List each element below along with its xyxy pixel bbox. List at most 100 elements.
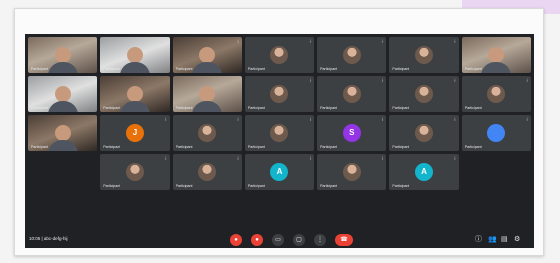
empty-tile bbox=[244, 193, 315, 229]
participant-tile[interactable]: Participant ⁝ bbox=[317, 37, 387, 73]
more-options-icon[interactable]: ⋮ bbox=[314, 234, 326, 246]
participant-avatar bbox=[415, 124, 434, 142]
participant-name: Participant bbox=[247, 184, 265, 188]
empty-tile bbox=[461, 193, 531, 229]
participant-avatar bbox=[270, 85, 289, 103]
captions-icon[interactable]: ▭ bbox=[272, 234, 284, 246]
muted-mic-icon: ⁝ bbox=[309, 78, 312, 84]
muted-mic-icon: ⁝ bbox=[381, 117, 384, 123]
participant-tile[interactable]: Participant ⁝ bbox=[100, 154, 170, 190]
participant-name: Participant bbox=[103, 145, 121, 149]
participant-tile[interactable]: Participant bbox=[100, 37, 170, 73]
participant-avatar bbox=[342, 46, 361, 64]
participant-avatar bbox=[342, 163, 361, 181]
participant-tile[interactable]: Participant ⁝ bbox=[317, 76, 387, 112]
participant-tile[interactable]: Participant ⁝ bbox=[389, 115, 459, 151]
meet-window: Participant Participant Participant ⁝ Partic… bbox=[25, 34, 534, 248]
muted-mic-icon: ⁝ bbox=[454, 156, 456, 162]
empty-tile bbox=[28, 193, 98, 229]
muted-mic-icon: ⁝ bbox=[237, 117, 239, 123]
participant-tile[interactable]: Participant bbox=[461, 37, 531, 73]
muted-mic-icon: ⁝ bbox=[381, 156, 384, 162]
participant-video bbox=[119, 86, 150, 112]
empty-tile bbox=[172, 193, 242, 229]
participant-tile[interactable]: A Participant ⁝ bbox=[244, 154, 315, 190]
participant-name: Participant bbox=[31, 145, 48, 149]
participant-tile[interactable]: Participant ⁝ bbox=[244, 115, 315, 151]
muted-mic-icon: ⁝ bbox=[237, 156, 239, 162]
camera-off-icon[interactable]: ● bbox=[251, 234, 263, 246]
muted-mic-icon: ⁝ bbox=[381, 39, 384, 45]
participant-name: Participant bbox=[320, 145, 338, 149]
participant-avatar bbox=[415, 46, 434, 64]
participant-avatar bbox=[125, 163, 144, 181]
participant-tile[interactable]: Participant bbox=[172, 76, 242, 112]
empty-tile bbox=[389, 193, 459, 229]
participant-tile[interactable]: Participant bbox=[28, 76, 98, 112]
participant-tile[interactable]: Participant ⁝ bbox=[244, 76, 315, 112]
muted-mic-icon: ⁝ bbox=[309, 156, 312, 162]
empty-tile bbox=[461, 154, 531, 190]
participant-name: Participant bbox=[31, 106, 48, 110]
chat-icon[interactable]: ▤ bbox=[501, 235, 508, 245]
info-icon[interactable]: ⓘ bbox=[475, 235, 482, 245]
participant-tile[interactable]: Participant ⁝ bbox=[172, 37, 242, 73]
participant-avatar: J bbox=[125, 124, 144, 142]
participant-name: Participant bbox=[464, 67, 482, 71]
participant-avatar bbox=[342, 85, 361, 103]
present-icon[interactable]: ▢ bbox=[293, 234, 305, 246]
participant-name: Participant bbox=[392, 145, 410, 149]
empty-tile bbox=[317, 193, 387, 229]
participant-name: Participant bbox=[103, 67, 121, 71]
empty-tile bbox=[100, 193, 170, 229]
participant-name: Participant bbox=[103, 106, 121, 110]
participant-tile[interactable]: Participant ⁝ bbox=[317, 154, 387, 190]
participant-name: Participant bbox=[31, 67, 48, 71]
participant-tile[interactable]: Participant bbox=[28, 115, 98, 151]
participant-name: Participant bbox=[247, 145, 265, 149]
participant-tile[interactable]: Participant bbox=[100, 76, 170, 112]
participant-avatar: A bbox=[270, 163, 289, 181]
muted-mic-icon: ⁝ bbox=[454, 78, 456, 84]
muted-mic-icon: ⁝ bbox=[309, 39, 312, 45]
participant-tile[interactable]: Participant ⁝ bbox=[244, 37, 315, 73]
muted-mic-icon: ⁝ bbox=[381, 78, 384, 84]
participant-name: Participant bbox=[247, 106, 265, 110]
participant-tile[interactable]: S Participant ⁝ bbox=[317, 115, 387, 151]
participant-video bbox=[47, 47, 78, 73]
participant-name: Participant bbox=[175, 106, 193, 110]
end-call-icon[interactable]: ☎ bbox=[335, 234, 353, 246]
participant-video bbox=[192, 47, 223, 73]
participant-video bbox=[47, 86, 78, 112]
activities-icon[interactable]: ⚙ bbox=[514, 235, 520, 245]
muted-mic-icon: ⁝ bbox=[526, 78, 528, 84]
participant-tile[interactable]: Participant ⁝ bbox=[461, 76, 531, 112]
participant-tile[interactable]: Participant bbox=[28, 37, 98, 73]
participant-name: Participant bbox=[247, 67, 265, 71]
participant-avatar bbox=[487, 85, 506, 103]
participant-avatar bbox=[270, 124, 289, 142]
participant-tile[interactable]: J Participant ⁝ bbox=[100, 115, 170, 151]
participant-video bbox=[119, 47, 150, 73]
participant-avatar bbox=[487, 124, 506, 142]
participant-tile[interactable]: Participant ⁝ bbox=[172, 115, 242, 151]
bottom-toolbar: 10:05 | abc-defg-hij ● ● ▭ ▢ ⋮ ☎ ⓘ 👥 ▤ ⚙ bbox=[25, 232, 534, 248]
participant-name: Participant bbox=[320, 67, 338, 71]
participant-video bbox=[192, 86, 223, 112]
participant-name: Participant bbox=[392, 67, 410, 71]
participant-name: Participant bbox=[392, 184, 410, 188]
participant-video bbox=[47, 125, 78, 151]
mic-off-icon[interactable]: ● bbox=[230, 234, 242, 246]
participant-tile[interactable]: Participant ⁝ bbox=[389, 76, 459, 112]
people-icon[interactable]: 👥 bbox=[488, 235, 497, 245]
participant-tile[interactable]: Participant ⁝ bbox=[461, 115, 531, 151]
muted-mic-icon: ⁝ bbox=[164, 156, 167, 162]
participant-name: Participant bbox=[320, 184, 338, 188]
participant-tile[interactable]: Participant ⁝ bbox=[389, 37, 459, 73]
muted-mic-icon: ⁝ bbox=[454, 117, 456, 123]
participant-tile[interactable]: Participant ⁝ bbox=[172, 154, 242, 190]
participant-name: Participant bbox=[392, 106, 410, 110]
muted-mic-icon: ⁝ bbox=[454, 39, 456, 45]
participant-tile[interactable]: A Participant ⁝ bbox=[389, 154, 459, 190]
participant-name: Participant bbox=[175, 145, 193, 149]
